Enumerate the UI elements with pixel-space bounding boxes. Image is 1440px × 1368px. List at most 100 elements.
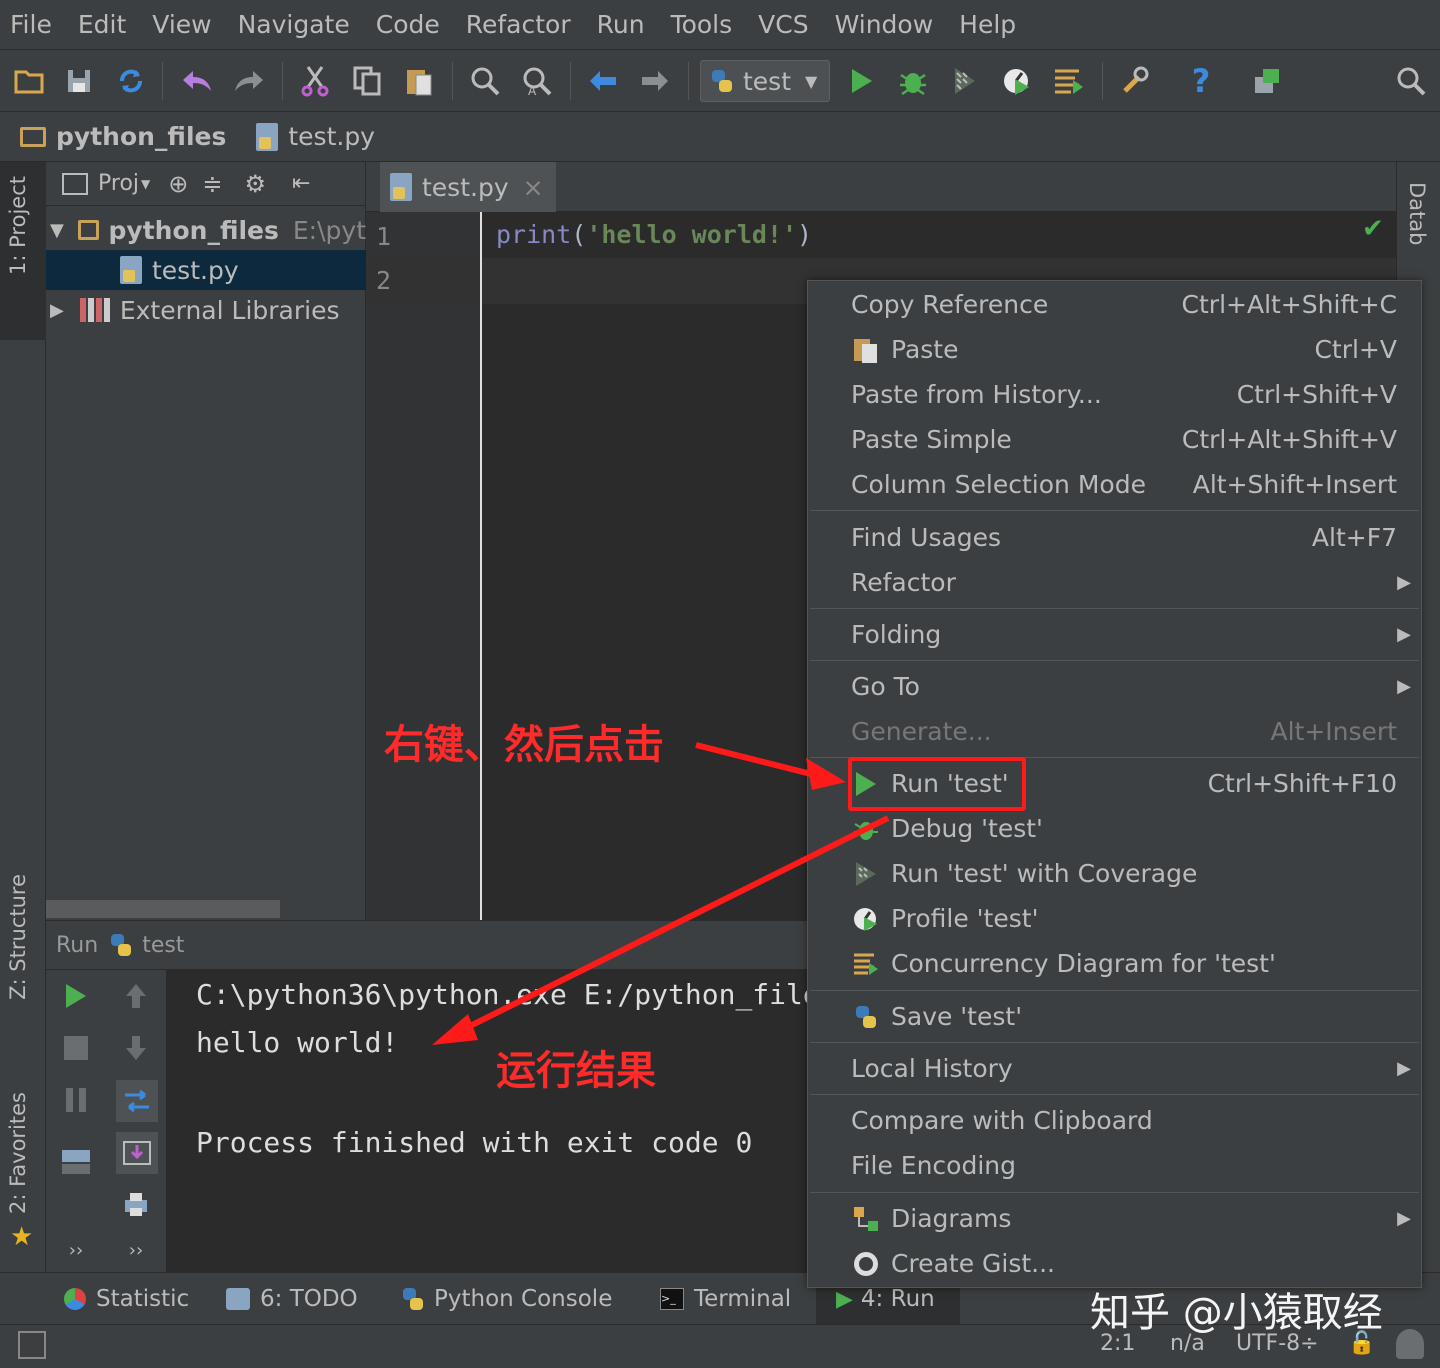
tab-database[interactable]: Datab — [1405, 182, 1429, 245]
menu-debug-test[interactable]: Debug 'test' — [808, 806, 1421, 851]
tree-item-test-py[interactable]: test.py — [46, 250, 366, 290]
soft-wrap-icon[interactable] — [116, 1080, 158, 1122]
tab-terminal[interactable]: >_ Terminal — [660, 1273, 791, 1325]
menu-save-test[interactable]: Save 'test' — [808, 994, 1421, 1039]
back-icon[interactable] — [586, 64, 620, 98]
menu-diagrams[interactable]: Diagrams ▶ — [808, 1196, 1421, 1241]
menu-help[interactable]: Help — [959, 10, 1016, 39]
menu-folding[interactable]: Folding ▶ — [808, 612, 1421, 657]
run-icon[interactable] — [844, 64, 878, 98]
watermark: 知乎 @小猿取经 — [1090, 1290, 1383, 1336]
more-icon[interactable]: ›› — [118, 1232, 154, 1268]
tab-favorites[interactable]: 2: Favorites — [6, 1092, 30, 1214]
line-number: 1 — [376, 222, 392, 251]
collapse-icon[interactable]: ≑ — [202, 170, 222, 198]
horizontal-scrollbar[interactable] — [46, 900, 280, 918]
print-icon[interactable] — [118, 1186, 154, 1222]
up-arrow-icon[interactable] — [118, 978, 154, 1014]
submenu-arrow-icon: ▶ — [1397, 1058, 1411, 1079]
menu-run-with-coverage[interactable]: Run 'test' with Coverage — [808, 851, 1421, 896]
coverage-icon[interactable] — [948, 64, 982, 98]
menu-go-to[interactable]: Go To ▶ — [808, 664, 1421, 709]
menu-navigate[interactable]: Navigate — [238, 10, 350, 39]
project-view-select[interactable]: Proj — [98, 171, 139, 196]
coverage-icon — [850, 858, 882, 890]
forward-icon[interactable] — [638, 64, 672, 98]
menu-paste-from-history[interactable]: Paste from History... Ctrl+Shift+V — [808, 372, 1421, 417]
breadcrumb-project[interactable]: python_files — [20, 122, 226, 151]
toggle-tool-windows-icon[interactable] — [18, 1331, 46, 1359]
down-arrow-icon[interactable] — [118, 1030, 154, 1066]
tree-item-external-libraries[interactable]: ▶ External Libraries — [46, 290, 366, 330]
menu-code[interactable]: Code — [376, 10, 440, 39]
scroll-to-end-icon[interactable] — [116, 1132, 158, 1174]
tab-structure[interactable]: Z: Structure — [6, 874, 30, 1000]
pie-chart-icon — [64, 1288, 86, 1310]
profile-icon[interactable] — [1000, 64, 1034, 98]
menu-profile-test[interactable]: Profile 'test' — [808, 896, 1421, 941]
rerun-icon[interactable] — [58, 978, 94, 1014]
menu-run[interactable]: Run — [597, 10, 645, 39]
sdk-icon[interactable] — [1250, 64, 1284, 98]
open-folder-icon[interactable] — [12, 64, 46, 98]
diagram-icon — [850, 1203, 882, 1235]
pause-icon[interactable] — [58, 1082, 94, 1118]
hector-icon[interactable] — [1396, 1329, 1424, 1359]
undo-icon[interactable] — [180, 64, 214, 98]
menu-edit[interactable]: Edit — [78, 10, 126, 39]
menu-paste[interactable]: Paste Ctrl+V — [808, 327, 1421, 372]
menu-vcs[interactable]: VCS — [758, 10, 808, 39]
more-icon[interactable]: ›› — [58, 1232, 94, 1268]
menu-copy-reference[interactable]: Copy Reference Ctrl+Alt+Shift+C — [808, 282, 1421, 327]
help-icon[interactable]: ? — [1184, 62, 1218, 100]
folder-icon — [77, 220, 99, 240]
menu-local-history[interactable]: Local History ▶ — [808, 1046, 1421, 1091]
debug-icon[interactable] — [896, 64, 930, 98]
menu-tools[interactable]: Tools — [671, 10, 733, 39]
tab-project[interactable]: 1: Project — [6, 176, 30, 275]
run-test-highlight-box — [848, 757, 1026, 811]
menu-refactor[interactable]: Refactor ▶ — [808, 560, 1421, 605]
tab-statistic[interactable]: Statistic — [64, 1273, 189, 1325]
menu-view[interactable]: View — [152, 10, 211, 39]
tab-python-console[interactable]: Python Console — [400, 1273, 612, 1325]
concurrency-icon[interactable] — [1052, 64, 1086, 98]
menu-file-encoding[interactable]: File Encoding — [808, 1143, 1421, 1188]
locate-icon[interactable]: ⊕ — [168, 170, 188, 198]
breadcrumb-file[interactable]: test.py — [256, 122, 375, 151]
redo-icon[interactable] — [232, 64, 266, 98]
menu-generate[interactable]: Generate... Alt+Insert — [808, 709, 1421, 754]
menu-concurrency-diagram[interactable]: Concurrency Diagram for 'test' — [808, 941, 1421, 986]
close-icon[interactable]: × — [523, 173, 544, 202]
menu-find-usages[interactable]: Find Usages Alt+F7 — [808, 515, 1421, 560]
dump-threads-icon[interactable] — [58, 1144, 94, 1180]
editor-tab-test-py[interactable]: test.py × — [380, 162, 556, 212]
hide-panel-icon[interactable]: ⇤ — [292, 171, 310, 196]
run-tab-test[interactable]: test — [142, 933, 184, 958]
gear-icon[interactable]: ⚙ — [244, 170, 266, 198]
tab-todo[interactable]: 6: TODO — [226, 1273, 358, 1325]
gutter-divider — [480, 212, 482, 920]
menu-paste-simple[interactable]: Paste Simple Ctrl+Alt+Shift+V — [808, 417, 1421, 462]
find-icon[interactable] — [468, 64, 502, 98]
cut-icon[interactable] — [298, 64, 332, 98]
menu-window[interactable]: Window — [835, 10, 934, 39]
breadcrumb: python_files test.py — [0, 112, 1440, 162]
sync-icon[interactable] — [114, 64, 148, 98]
menu-refactor[interactable]: Refactor — [466, 10, 571, 39]
python-file-icon — [120, 256, 142, 284]
run-configuration-select[interactable]: test ▼ — [700, 60, 830, 102]
stop-icon[interactable] — [58, 1030, 94, 1066]
search-icon[interactable] — [1394, 64, 1428, 98]
collapsed-arrow-icon: ▶ — [50, 299, 64, 321]
tree-item-project-root[interactable]: ▼ python_files E:\pyt — [46, 210, 366, 250]
settings-icon[interactable] — [1118, 64, 1152, 98]
menu-compare-with-clipboard[interactable]: Compare with Clipboard — [808, 1098, 1421, 1143]
save-icon[interactable] — [62, 64, 96, 98]
menu-column-selection-mode[interactable]: Column Selection Mode Alt+Shift+Insert — [808, 462, 1421, 507]
menu-file[interactable]: File — [10, 10, 52, 39]
copy-icon[interactable] — [350, 64, 384, 98]
no-problems-check-icon: ✔ — [1362, 214, 1384, 244]
replace-icon[interactable]: A — [520, 64, 554, 98]
paste-icon[interactable] — [402, 64, 436, 98]
